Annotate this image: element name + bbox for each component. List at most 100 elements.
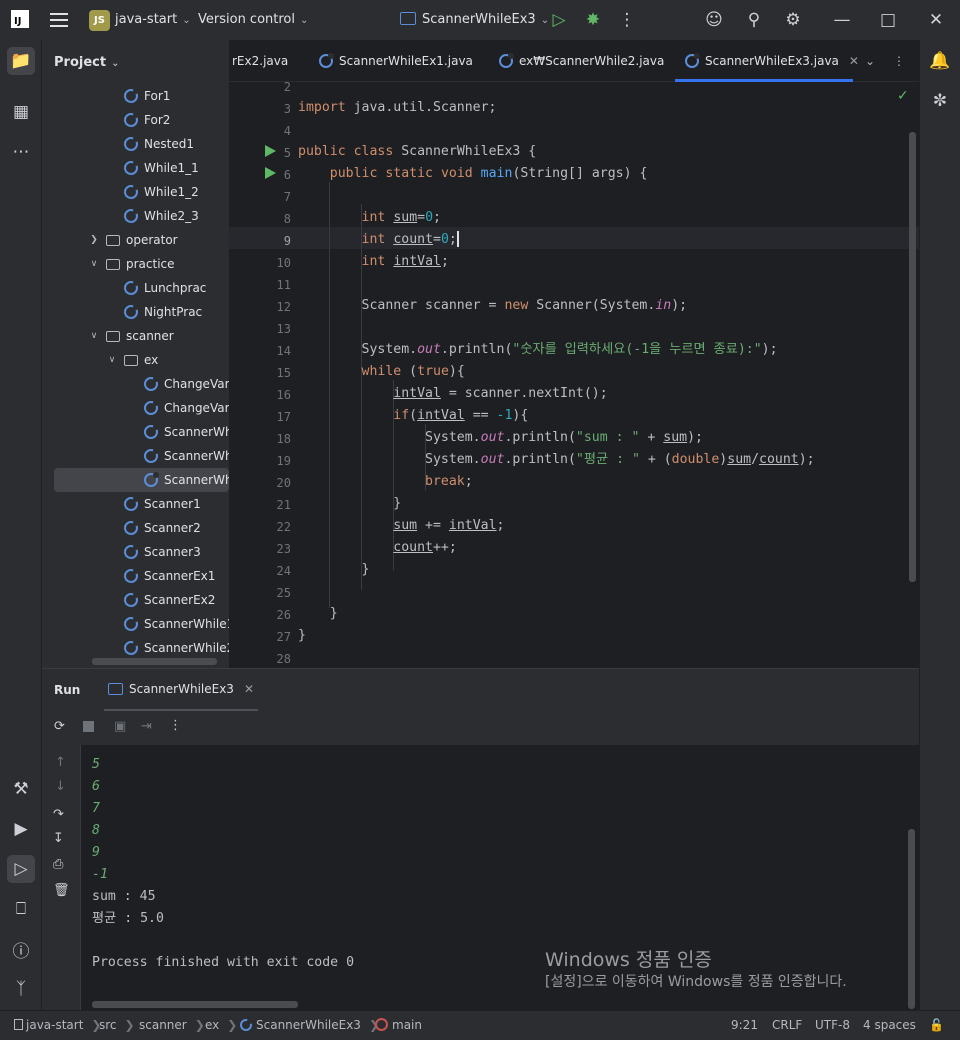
breadcrumb-item[interactable]: main: [375, 1018, 422, 1032]
tree-item-scannerex1[interactable]: ScannerEx1: [124, 564, 215, 588]
tree-item-scannerwhil[interactable]: ScannerWhil: [144, 444, 229, 468]
tab-more-icon[interactable]: ⋮: [893, 40, 905, 82]
code-line[interactable]: int intVal;: [298, 251, 449, 273]
maximize-icon[interactable]: □: [876, 8, 900, 32]
exit-icon[interactable]: ⇥: [141, 719, 152, 734]
tree-item-lunchprac[interactable]: Lunchprac: [124, 276, 206, 300]
tree-item-while1_1[interactable]: While1_1: [124, 156, 199, 180]
code-line[interactable]: }: [298, 603, 338, 625]
chevron-down-icon[interactable]: ∨: [88, 331, 100, 341]
code-line[interactable]: System.out.println("sum : " + sum);: [298, 427, 703, 449]
soft-wrap-icon[interactable]: ↷: [53, 807, 64, 822]
console-hscrollbar[interactable]: [92, 1001, 298, 1008]
code-line[interactable]: sum += intVal;: [298, 515, 504, 537]
build-hammer-icon[interactable]: ⚒: [7, 775, 35, 803]
ai-assistant-icon[interactable]: ✼: [926, 87, 954, 115]
cursor-position[interactable]: 9:21: [731, 1018, 758, 1032]
project-switcher[interactable]: java-start ⌄: [115, 12, 191, 27]
tree-item-nightprac[interactable]: NightPrac: [124, 300, 202, 324]
inspection-ok-check-icon[interactable]: ✓: [897, 88, 909, 104]
code-line[interactable]: break;: [298, 471, 473, 493]
structure-tool-icon[interactable]: ▦: [7, 98, 35, 126]
tree-item-changevare[interactable]: ChangeVarE: [144, 372, 229, 396]
run-main-gutter-icon[interactable]: [265, 167, 276, 179]
tab-scannerwhile2[interactable]: ex₩ScannerWhile2.java: [499, 40, 664, 82]
console-scrollbar[interactable]: [908, 829, 915, 1009]
chevron-right-icon[interactable]: ❯: [88, 235, 100, 245]
tree-item-scannerwhile2[interactable]: ScannerWhile2: [124, 636, 229, 660]
trash-icon[interactable]: 🗑: [53, 883, 70, 898]
tree-item-nested1[interactable]: Nested1: [124, 132, 194, 156]
code-editor[interactable]: 2 3 4 5 6 7 8 9 10 11 12 13 14 15 16 17 18 19 20 21 22 23 24 25…: [229, 82, 919, 668]
tree-item-scannerwhile1[interactable]: ScannerWhile1: [124, 612, 229, 636]
file-encoding[interactable]: UTF-8: [815, 1018, 850, 1032]
problems-icon[interactable]: ⓘ: [7, 935, 35, 963]
code-line[interactable]: int count=0;: [298, 229, 459, 251]
minimize-icon[interactable]: —: [830, 8, 854, 32]
git-icon[interactable]: ᛉ: [7, 975, 35, 1003]
more-tools-icon[interactable]: ⋯: [7, 138, 35, 166]
debug-icon[interactable]: ✸: [581, 8, 605, 32]
chevron-down-icon[interactable]: ∨: [106, 355, 118, 365]
code-line[interactable]: Scanner scanner = new Scanner(System.in)…: [298, 295, 688, 317]
tree-item-operator[interactable]: ❯ operator: [88, 228, 177, 252]
run-config-selector[interactable]: ScannerWhileEx3 ⌄: [400, 12, 549, 27]
tree-item-scanner1[interactable]: Scanner1: [124, 492, 201, 516]
code-line[interactable]: }: [298, 493, 401, 515]
close-window-icon[interactable]: ✕: [924, 8, 948, 32]
code-line[interactable]: int sum=0;: [298, 207, 441, 229]
print-icon[interactable]: ⎙: [53, 857, 63, 872]
run-tab[interactable]: ScannerWhileEx3 ✕: [104, 669, 258, 711]
tab-rex2[interactable]: rEx2.java: [232, 40, 302, 82]
code-line[interactable]: while (true){: [298, 361, 465, 383]
notifications-bell-icon[interactable]: 🔔: [926, 47, 954, 75]
settings-gear-icon[interactable]: ⚙: [781, 8, 805, 32]
project-panel-title[interactable]: Project ⌄: [54, 55, 119, 70]
tree-item-for1[interactable]: For1: [124, 84, 170, 108]
run-class-gutter-icon[interactable]: [265, 145, 276, 157]
more-icon[interactable]: ⋮: [615, 8, 639, 32]
code-line[interactable]: if(intVal == -1){: [298, 405, 528, 427]
tree-item-scannerex2[interactable]: ScannerEx2: [124, 588, 215, 612]
code-line[interactable]: }: [298, 625, 306, 647]
vcs-menu[interactable]: Version control ⌄: [198, 12, 308, 27]
indent-setting[interactable]: 4 spaces: [863, 1018, 916, 1032]
services-icon[interactable]: ▶: [7, 815, 35, 843]
terminal-icon[interactable]: ⎕: [7, 895, 35, 923]
tree-item-ex[interactable]: ∨ ex: [106, 348, 159, 372]
code-line[interactable]: import java.util.Scanner;: [298, 97, 497, 119]
code-line[interactable]: public static void main(String[] args) {: [298, 163, 648, 185]
breadcrumb-item[interactable]: ex ❯: [205, 1018, 237, 1032]
tree-item-scannerwhil[interactable]: ScannerWhil: [54, 468, 229, 492]
add-user-icon[interactable]: ☺: [702, 8, 726, 32]
tree-item-scanner2[interactable]: Scanner2: [124, 516, 201, 540]
run-tool-icon[interactable]: ▷: [7, 855, 35, 883]
breadcrumb-item[interactable]: java-start ❯: [14, 1018, 101, 1032]
code-line[interactable]: System.out.println("평균 : " + (double)sum…: [298, 449, 815, 471]
code-line[interactable]: intVal = scanner.nextInt();: [298, 383, 607, 405]
tab-scannerwhileex1[interactable]: ScannerWhileEx1.java: [319, 40, 473, 82]
tree-item-while2_3[interactable]: While2_3: [124, 204, 199, 228]
project-hscrollbar[interactable]: [92, 658, 217, 665]
code-line[interactable]: public class ScannerWhileEx3 {: [298, 141, 536, 163]
line-separator[interactable]: CRLF: [772, 1018, 802, 1032]
stop-icon[interactable]: [83, 721, 94, 732]
tree-item-for2[interactable]: For2: [124, 108, 170, 132]
project-badge[interactable]: JS: [89, 10, 110, 31]
more-icon[interactable]: ⋮: [169, 718, 182, 733]
tree-item-scanner[interactable]: ∨ scanner: [88, 324, 174, 348]
tree-item-practice[interactable]: ∨ practice: [88, 252, 175, 276]
breadcrumb-item[interactable]: src ❯: [99, 1018, 135, 1032]
close-tab-icon[interactable]: ✕: [849, 54, 859, 68]
tab-list-chevron-icon[interactable]: ⌄: [865, 40, 875, 82]
console-output[interactable]: 5 6 7 8 9 -1 sum : 45 평균 : 5.0 Process finished …: [92, 745, 912, 1007]
breadcrumb-item[interactable]: scanner ❯: [139, 1018, 205, 1032]
rerun-icon[interactable]: ⟳: [54, 719, 65, 734]
code-line[interactable]: count++;: [298, 537, 457, 559]
up-arrow-icon[interactable]: ↑: [55, 755, 66, 770]
code-line[interactable]: System.out.println("숫자를 입력하세요(-1을 누르면 종료…: [298, 339, 778, 361]
down-arrow-icon[interactable]: ↓: [55, 779, 66, 794]
main-menu-icon[interactable]: [50, 13, 68, 27]
breadcrumb-item[interactable]: ScannerWhileEx3 ❯: [240, 1018, 379, 1032]
camera-icon[interactable]: ▣: [114, 719, 126, 734]
